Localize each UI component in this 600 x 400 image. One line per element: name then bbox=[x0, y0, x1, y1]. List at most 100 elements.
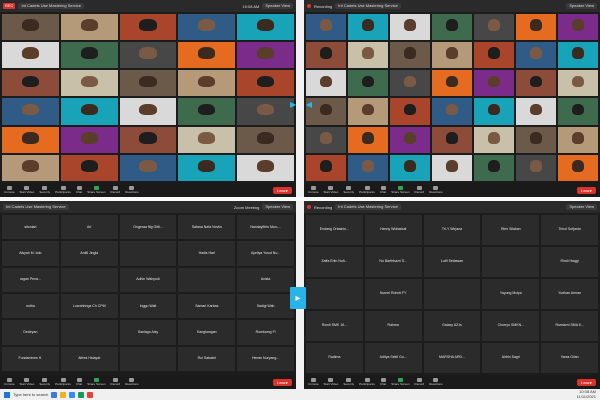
participant-video-tile[interactable] bbox=[178, 70, 236, 97]
participant-video-tile[interactable] bbox=[390, 154, 430, 181]
speaker-view-button[interactable]: Speaker View bbox=[566, 3, 597, 9]
participant-video-tile[interactable] bbox=[178, 14, 236, 41]
participant-tile[interactable]: Hadis Hari bbox=[178, 241, 236, 266]
participant-tile[interactable]: Radima bbox=[306, 343, 363, 373]
participant-video-tile[interactable] bbox=[237, 70, 294, 97]
participant-video-tile[interactable] bbox=[558, 154, 598, 181]
leave-meeting-button[interactable]: Leave bbox=[273, 378, 292, 386]
participant-tile[interactable]: Zaffa Erlin Nufi... bbox=[306, 247, 363, 277]
participant-tile[interactable]: Roi Sababri bbox=[178, 346, 236, 371]
participant-video-tile[interactable] bbox=[432, 14, 472, 41]
participant-video-tile[interactable] bbox=[178, 154, 236, 181]
participant-tile[interactable]: Tri-Y Wirjana bbox=[423, 215, 481, 245]
participant-tile[interactable]: Kangkangan bbox=[178, 320, 236, 345]
participant-tile[interactable]: Rahma bbox=[364, 311, 422, 341]
participant-tile[interactable]: Safana Nafa Noviin bbox=[178, 215, 236, 240]
participant-video-tile[interactable] bbox=[474, 14, 514, 41]
participant-tile[interactable]: Lucrahhnga Ch CPM bbox=[60, 294, 118, 319]
participant-tile[interactable] bbox=[306, 279, 363, 309]
participant-video-tile[interactable] bbox=[2, 126, 59, 153]
participant-video-tile[interactable] bbox=[237, 98, 294, 125]
participant-video-tile[interactable] bbox=[178, 126, 236, 153]
participant-tile[interactable]: Aisyah M. bdo bbox=[2, 241, 59, 266]
chat-button[interactable]: Chat bbox=[380, 377, 386, 387]
participant-video-tile[interactable] bbox=[432, 154, 472, 181]
participant-video-tile[interactable] bbox=[432, 98, 472, 125]
participant-tile[interactable]: Adhin Wahyudi bbox=[119, 267, 177, 292]
participant-video-tile[interactable] bbox=[516, 70, 556, 97]
participant-tile[interactable]: Ardill Jingla bbox=[60, 241, 118, 266]
participant-video-tile[interactable] bbox=[390, 98, 430, 125]
microphone-button[interactable]: Unmute bbox=[308, 185, 319, 195]
participant-video-tile[interactable] bbox=[2, 154, 59, 181]
participant-video-tile[interactable] bbox=[237, 154, 294, 181]
reactions-button[interactable]: Reactions bbox=[125, 377, 139, 387]
video-button[interactable]: Start Video bbox=[324, 185, 338, 195]
participant-video-tile[interactable] bbox=[60, 98, 118, 125]
participant-tile[interactable]: Fundamines H. bbox=[2, 346, 59, 371]
participant-tile[interactable]: Chorryo SMKN... bbox=[482, 311, 540, 341]
participant-tile[interactable]: Trinol Sofjanto bbox=[541, 215, 598, 245]
participant-video-tile[interactable] bbox=[558, 14, 598, 41]
participant-video-tile[interactable] bbox=[237, 42, 294, 69]
participant-video-tile[interactable] bbox=[390, 14, 430, 41]
participant-tile[interactable]: Yaras Gilan bbox=[541, 343, 598, 373]
taskbar-app-icon[interactable] bbox=[78, 391, 85, 398]
microphone-button[interactable]: Unmute bbox=[4, 377, 15, 387]
participant-video-tile[interactable] bbox=[178, 98, 236, 125]
prev-page-icon[interactable]: ◀ bbox=[306, 100, 312, 109]
participant-tile[interactable]: Henny Widiastuti bbox=[364, 215, 422, 245]
participant-video-tile[interactable] bbox=[237, 14, 294, 41]
participant-video-tile[interactable] bbox=[390, 42, 430, 69]
participant-video-tile[interactable] bbox=[348, 126, 388, 153]
participant-video-tile[interactable] bbox=[432, 126, 472, 153]
next-page-button[interactable]: ▸ bbox=[290, 287, 306, 309]
participant-video-tile[interactable] bbox=[348, 154, 388, 181]
participant-video-tile[interactable] bbox=[2, 70, 59, 97]
file-explorer-icon[interactable] bbox=[60, 391, 67, 398]
participant-tile[interactable]: Avista bbox=[237, 267, 294, 292]
participant-tile[interactable]: Endang Orbainin... bbox=[306, 215, 363, 245]
chat-button[interactable]: Chat bbox=[76, 377, 82, 387]
participant-tile[interactable] bbox=[119, 241, 177, 266]
zoom-app-icon[interactable] bbox=[69, 391, 76, 398]
taskbar-search[interactable]: Type here to search bbox=[13, 392, 48, 397]
participant-tile[interactable]: Aditya Sekti Gu... bbox=[364, 343, 422, 373]
participant-video-tile[interactable] bbox=[558, 98, 598, 125]
page-arrows[interactable]: ▶ ◀ bbox=[290, 100, 312, 109]
record-button[interactable]: Record bbox=[111, 185, 120, 195]
participants-button[interactable]: Participants bbox=[359, 185, 375, 195]
participant-video-tile[interactable] bbox=[516, 42, 556, 69]
reactions-button[interactable]: Reactions bbox=[125, 185, 139, 195]
participant-video-tile[interactable] bbox=[119, 42, 177, 69]
participant-tile[interactable]: sitoniari bbox=[2, 215, 59, 240]
participant-tile[interactable]: Hemin Nuryang... bbox=[237, 346, 294, 371]
participant-video-tile[interactable] bbox=[306, 70, 346, 97]
participant-video-tile[interactable] bbox=[348, 98, 388, 125]
participant-video-tile[interactable] bbox=[306, 42, 346, 69]
leave-meeting-button[interactable]: Leave bbox=[273, 186, 292, 194]
participant-video-tile[interactable] bbox=[516, 14, 556, 41]
security-button[interactable]: Security bbox=[343, 185, 354, 195]
participant-video-tile[interactable] bbox=[558, 70, 598, 97]
participant-tile[interactable]: Rumiarni SMA 6... bbox=[541, 311, 598, 341]
microphone-button[interactable]: Unmute bbox=[4, 185, 15, 195]
participant-video-tile[interactable] bbox=[474, 126, 514, 153]
participant-tile[interactable]: mdha bbox=[2, 294, 59, 319]
participant-video-tile[interactable] bbox=[558, 42, 598, 69]
video-button[interactable]: Start Video bbox=[20, 377, 34, 387]
participant-video-tile[interactable] bbox=[237, 126, 294, 153]
taskbar-app-icon[interactable] bbox=[51, 391, 58, 398]
participant-video-tile[interactable] bbox=[60, 14, 118, 41]
chat-button[interactable]: Chat bbox=[380, 185, 386, 195]
reactions-button[interactable]: Reactions bbox=[429, 377, 443, 387]
speaker-view-button[interactable]: Speaker View bbox=[262, 3, 293, 9]
leave-meeting-button[interactable]: Leave bbox=[577, 186, 596, 194]
participant-tile[interactable]: Romli SMK 16... bbox=[306, 311, 363, 341]
participant-tile[interactable]: Ririn Silakan bbox=[482, 215, 540, 245]
participant-tile[interactable]: Galaxy A21s bbox=[423, 311, 481, 341]
security-button[interactable]: Security bbox=[39, 377, 50, 387]
participant-video-tile[interactable] bbox=[306, 126, 346, 153]
participant-tile[interactable]: Yudhan Arman bbox=[541, 279, 598, 309]
participant-video-tile[interactable] bbox=[60, 154, 118, 181]
